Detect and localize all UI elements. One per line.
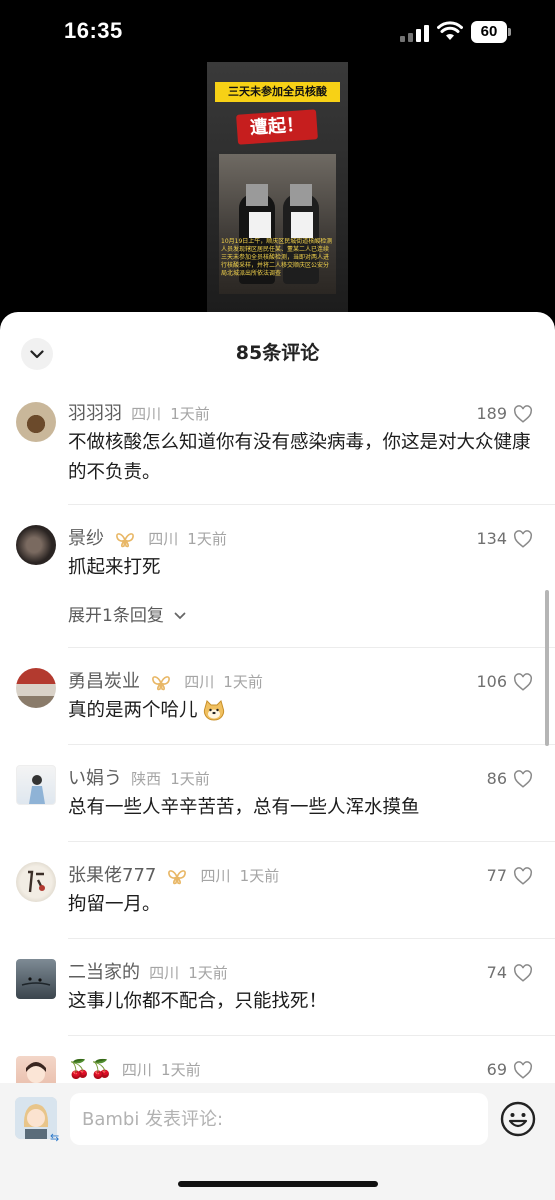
emoji-button-icon[interactable] [500, 1101, 536, 1137]
avatar[interactable] [16, 959, 56, 999]
butterfly-badge-icon [168, 869, 187, 884]
comment-author[interactable]: 二当家的 [68, 962, 140, 983]
comment-text: 总有一些人辛辛苦苦，总有一些人浑水摸鱼 [68, 797, 420, 818]
comment-time: 1天前 [239, 867, 280, 885]
comment-text-row: 真的是两个哈儿 [68, 696, 555, 726]
like-count: 134 [476, 529, 507, 548]
like-button[interactable]: 69 [487, 1056, 533, 1084]
heart-icon [514, 405, 532, 423]
comment-sheet: 85条评论 羽羽羽 四川 1天前 189 不做核酸怎么知道你有没有感染病毒，你这… [0, 312, 555, 1200]
comment-input[interactable] [70, 1093, 488, 1145]
like-count: 69 [486, 1060, 507, 1079]
comment-location: 四川 [200, 867, 231, 885]
comment-item[interactable]: 张果佬777 四川 1天前 77 拘留一月。 [0, 842, 555, 938]
video-headline: 遭起！ [236, 109, 318, 145]
comment-time: 1天前 [223, 673, 263, 691]
avatar[interactable] [16, 862, 56, 902]
comment-author[interactable]: 勇昌炭业 [68, 671, 140, 692]
comment-text: 抓起来打死 [68, 557, 161, 578]
comment-text: 不做核酸怎么知道你有没有感染病毒，你这是对大众健康的不负责。 [68, 432, 531, 483]
comment-location: 四川 [121, 1061, 152, 1079]
status-time: 16:35 [64, 18, 123, 43]
expand-replies-button[interactable]: 展开1条回复 [68, 601, 555, 631]
comment-item[interactable]: 景纱 四川 1天前 134 抓起来打死 展开1条回复 [0, 505, 555, 647]
comment-item[interactable]: い娟う 陕西 1天前 86 总有一些人辛辛苦苦，总有一些人浑水摸鱼 [0, 745, 555, 841]
like-count: 189 [476, 404, 507, 423]
video-title: 三天未参加全员核酸 [215, 82, 340, 102]
home-indicator[interactable] [178, 1181, 378, 1187]
comment-location: 四川 [184, 673, 215, 691]
battery-icon: 60 [471, 21, 511, 43]
comment-time: 1天前 [170, 405, 210, 423]
comment-count-title: 85条评论 [235, 342, 320, 364]
avatar[interactable] [16, 765, 56, 805]
comment-item[interactable]: 二当家的 四川 1天前 74 这事儿你都不配合，只能找死！ [0, 939, 555, 1035]
battery-level: 60 [471, 21, 507, 43]
comment-author[interactable]: い娟う [68, 768, 122, 789]
comment-author[interactable]: 羽羽羽 [68, 403, 122, 424]
scrollbar[interactable] [545, 590, 549, 746]
avatar[interactable] [16, 668, 56, 708]
heart-icon [514, 530, 532, 548]
video-caption: 10月19日上午，顺庆区民城街道核酸检测人员发现辖区居民任某、董某二人已连续三天… [221, 238, 333, 277]
expand-replies-label: 展开1条回复 [68, 606, 164, 626]
comment-text: 真的是两个哈儿 [68, 700, 198, 721]
chevron-down-icon [174, 612, 186, 620]
like-button[interactable]: 106 [476, 668, 533, 696]
heart-icon [514, 964, 532, 982]
heart-icon [514, 867, 532, 885]
like-button[interactable]: 134 [476, 525, 533, 553]
avatar[interactable] [16, 525, 56, 565]
cellular-signal-icon [400, 24, 430, 42]
comment-location: 陕西 [131, 770, 162, 788]
avatar[interactable] [16, 402, 56, 442]
comment-time: 1天前 [170, 770, 210, 788]
comment-text: 拘留一月。 [68, 894, 161, 915]
like-count: 74 [486, 963, 507, 982]
comment-time: 1天前 [187, 530, 227, 548]
like-button[interactable]: 86 [487, 765, 533, 793]
comment-author[interactable]: 景纱 [68, 528, 104, 549]
comment-item[interactable]: 羽羽羽 四川 1天前 189 不做核酸怎么知道你有没有感染病毒，你这是对大众健康… [0, 394, 555, 504]
sheet-header: 85条评论 [0, 312, 555, 394]
status-bar: 16:35 60 [0, 0, 555, 64]
doge-emoji-icon [203, 700, 224, 721]
butterfly-badge-icon [152, 675, 170, 690]
like-count: 106 [476, 672, 507, 691]
video-thumbnail[interactable]: 三天未参加全员核酸 遭起！ 10月19日上午，顺庆区民城街道核酸检测人员发现辖区… [207, 62, 348, 322]
like-button[interactable]: 77 [487, 862, 533, 890]
like-button[interactable]: 74 [487, 959, 533, 987]
comment-text: 这事儿你都不配合，只能找死！ [68, 991, 328, 1012]
wifi-icon [437, 21, 463, 40]
like-count: 86 [486, 769, 507, 788]
butterfly-badge-icon [116, 532, 134, 547]
comment-time: 1天前 [188, 964, 228, 982]
heart-icon [514, 673, 532, 691]
switch-account-icon[interactable]: ⇆ [50, 1131, 59, 1144]
like-count: 77 [486, 866, 507, 885]
comment-author[interactable]: 🍒🍒 [68, 1059, 113, 1080]
heart-icon [514, 770, 532, 788]
comment-location: 四川 [149, 964, 180, 982]
comment-item[interactable]: 勇昌炭业 四川 1天前 106 真的是两个哈儿 [0, 648, 555, 744]
like-button[interactable]: 189 [476, 400, 533, 428]
comment-time: 1天前 [161, 1061, 201, 1079]
comment-author[interactable]: 张果佬777 [68, 865, 156, 886]
heart-icon [514, 1061, 532, 1079]
comment-location: 四川 [131, 405, 162, 423]
comment-location: 四川 [148, 530, 179, 548]
comment-list: 羽羽羽 四川 1天前 189 不做核酸怎么知道你有没有感染病毒，你这是对大众健康… [0, 394, 555, 1096]
